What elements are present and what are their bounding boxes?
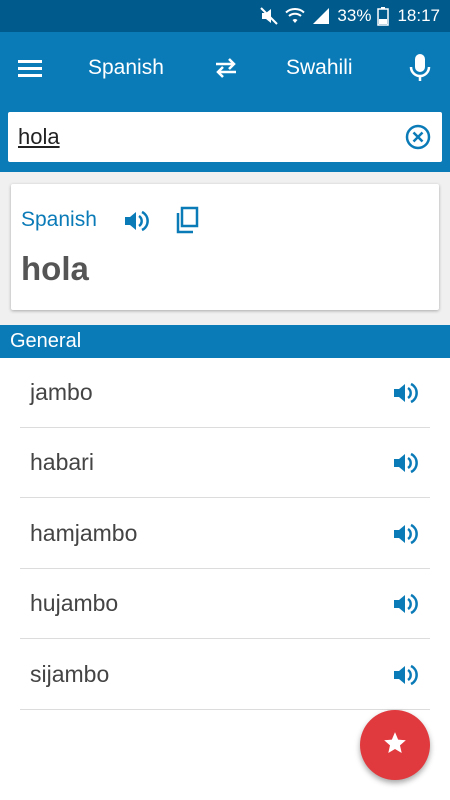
speaker-icon[interactable] — [390, 448, 420, 478]
swap-arrows-icon[interactable] — [210, 52, 242, 84]
search-input[interactable] — [18, 123, 388, 151]
clock: 18:17 — [397, 6, 440, 25]
result-text: sijambo — [30, 661, 110, 687]
hamburger-menu-icon[interactable] — [16, 54, 44, 82]
list-item[interactable]: hamjambo — [20, 499, 430, 569]
entry-word: hola — [21, 250, 89, 287]
status-bar: 33% 18:17 — [0, 0, 450, 32]
app-bar: Spanish Swahili — [0, 32, 450, 104]
clear-circle-icon[interactable] — [404, 123, 432, 151]
wifi-icon — [285, 6, 306, 26]
list-item[interactable]: jambo — [20, 358, 430, 428]
speaker-icon[interactable] — [390, 660, 420, 690]
list-item[interactable]: sijambo — [20, 640, 430, 710]
search-bar — [0, 104, 450, 172]
mute-icon — [259, 6, 279, 26]
star-icon — [382, 730, 408, 761]
result-text: jambo — [30, 379, 93, 405]
result-text: hujambo — [30, 590, 119, 616]
entry-language-label: Spanish — [21, 208, 97, 231]
speaker-icon[interactable] — [390, 519, 420, 549]
battery-percent: 33% — [337, 6, 372, 25]
target-language-button[interactable]: Swahili — [286, 54, 353, 82]
battery-icon — [377, 6, 390, 26]
speaker-icon[interactable] — [390, 589, 420, 619]
signal-icon — [311, 6, 331, 26]
list-item[interactable]: hujambo — [20, 569, 430, 639]
result-text: hamjambo — [30, 520, 138, 546]
microphone-icon[interactable] — [406, 52, 434, 84]
source-language-button[interactable]: Spanish — [88, 54, 164, 82]
list-item[interactable]: habari — [20, 428, 430, 498]
speaker-icon[interactable] — [121, 206, 151, 236]
speaker-icon[interactable] — [390, 378, 420, 408]
result-text: habari — [30, 449, 94, 475]
entry-card: Spanish hola — [11, 184, 439, 310]
section-header: General — [0, 325, 450, 358]
search-box — [8, 112, 442, 162]
copy-icon[interactable] — [173, 204, 201, 236]
favorite-fab-button[interactable] — [360, 710, 430, 780]
